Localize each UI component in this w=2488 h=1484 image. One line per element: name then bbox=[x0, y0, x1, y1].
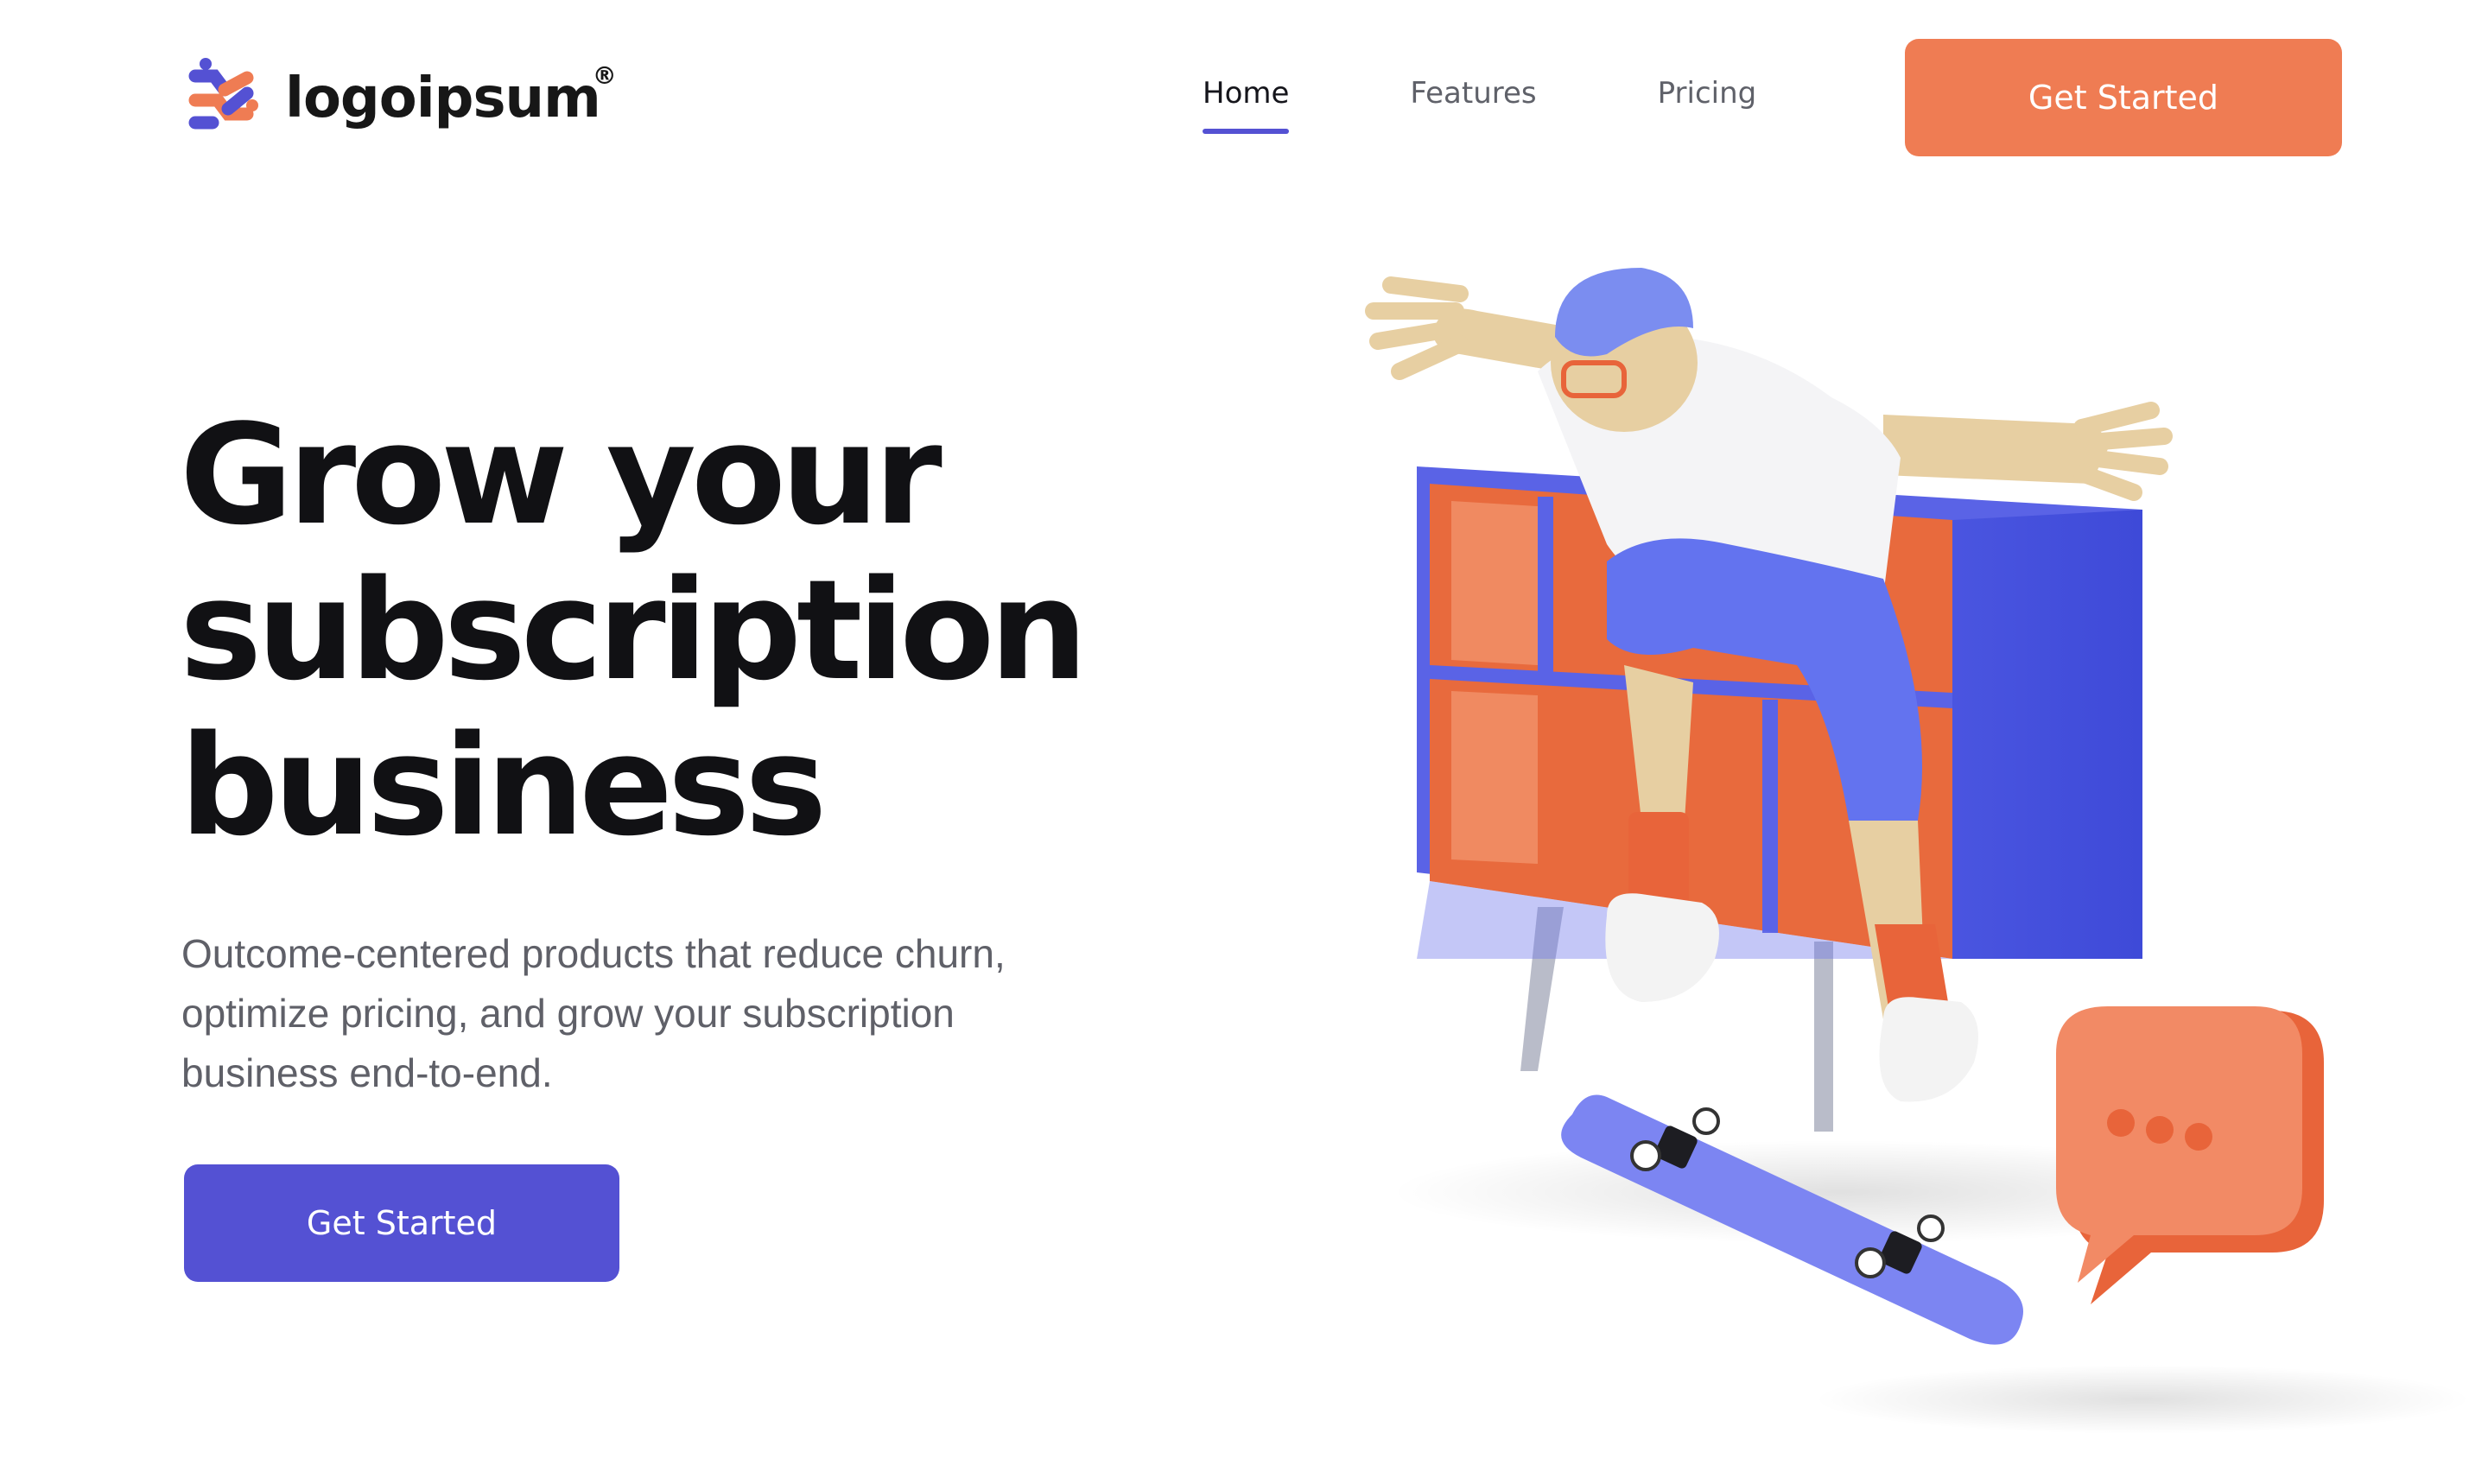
logo-wordmark: logoipsum ® bbox=[285, 61, 617, 130]
brand-logo[interactable]: logoipsum ® bbox=[180, 57, 617, 140]
hero-title-line: subscription bbox=[180, 549, 1088, 711]
hero-subtitle-line: Outcome-centered products that reduce ch… bbox=[181, 931, 1006, 976]
chat-bubble-icon bbox=[2056, 1006, 2324, 1304]
nav-link-pricing[interactable]: Pricing bbox=[1658, 76, 1757, 134]
hero-get-started-button[interactable]: Get Started bbox=[184, 1164, 619, 1282]
hero-subtitle-line: optimize pricing, and grow your subscrip… bbox=[181, 991, 955, 1036]
hero-title-line: business bbox=[180, 705, 827, 866]
hero-illustration bbox=[1365, 268, 2471, 1434]
main-nav: Home Features Pricing bbox=[1203, 76, 1756, 134]
hero-title: Grow your subscription business bbox=[180, 397, 1303, 864]
hero-subtitle: Outcome-centered products that reduce ch… bbox=[181, 924, 1045, 1103]
hero-title-line: Grow your bbox=[180, 394, 943, 555]
logo-mark-icon bbox=[188, 58, 258, 130]
hero-subtitle-line: business end-to-end. bbox=[181, 1050, 553, 1095]
nav-link-features[interactable]: Features bbox=[1410, 76, 1536, 134]
header-get-started-button[interactable]: Get Started bbox=[1905, 39, 2342, 156]
floor-shadow bbox=[1814, 1365, 2471, 1434]
nav-link-home[interactable]: Home bbox=[1203, 76, 1290, 134]
